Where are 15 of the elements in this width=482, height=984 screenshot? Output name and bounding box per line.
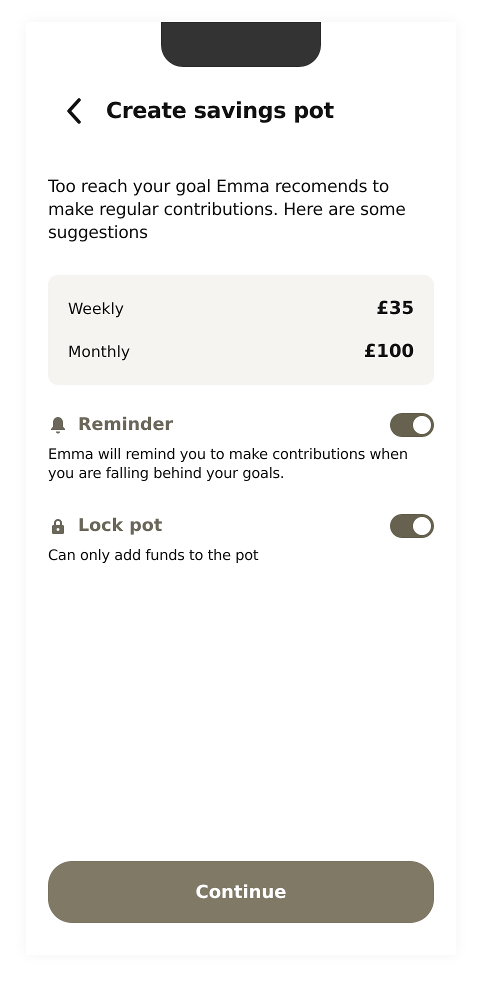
setting-title: Lock pot (78, 516, 164, 536)
back-icon[interactable] (64, 96, 84, 126)
suggestion-amount: £100 (364, 341, 414, 362)
suggestion-label: Weekly (68, 300, 124, 318)
suggestion-amount: £35 (376, 298, 414, 319)
toggle-switch[interactable] (390, 514, 434, 538)
suggestion-label: Monthly (68, 342, 130, 360)
continue-button[interactable]: Continue (48, 861, 434, 923)
page-title: Create savings pot (106, 98, 334, 124)
setting-description: Emma will remind you to make contributions when you are falling behind your goals. (48, 446, 409, 484)
intro-text: Too reach your goal Emma recomends to make regular contributions. Here are some suggestions (48, 176, 407, 245)
setting-description: Can only add funds to the pot (48, 547, 260, 566)
setting-title: Reminder (78, 415, 174, 435)
toggle-switch[interactable] (390, 413, 434, 437)
bell-icon (48, 415, 68, 435)
